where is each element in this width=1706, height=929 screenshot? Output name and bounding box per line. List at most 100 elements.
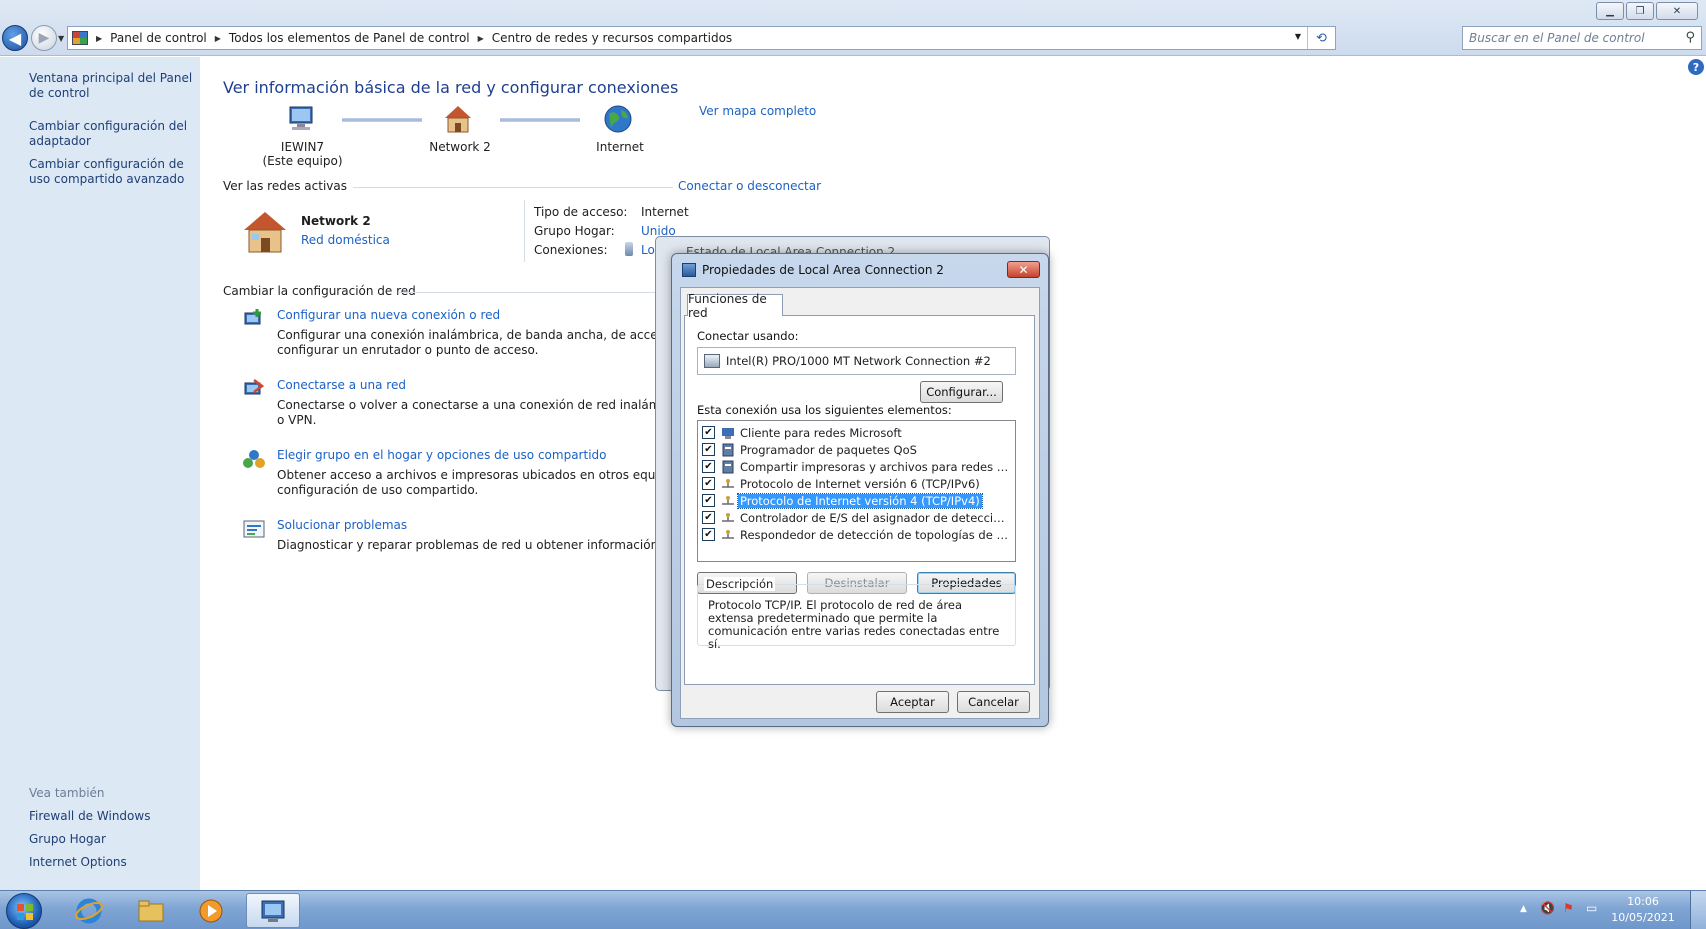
back-button[interactable]: ◀ (2, 25, 28, 51)
forward-button[interactable]: ▶ (31, 25, 57, 51)
protocol-icon (721, 494, 735, 508)
item-checkbox[interactable]: ✔ (702, 511, 715, 524)
list-item-selected[interactable]: ✔ Protocolo de Internet versión 4 (TCP/I… (702, 492, 1012, 509)
network-type-link[interactable]: Red doméstica (301, 233, 390, 247)
item-label: Protocolo de Internet versión 4 (TCP/IPv… (737, 492, 983, 509)
divider (353, 187, 673, 188)
item-checkbox[interactable]: ✔ (702, 477, 715, 490)
taskbar-control-panel[interactable] (246, 893, 300, 928)
item-checkbox[interactable]: ✔ (702, 460, 715, 473)
connect-network-icon (242, 377, 266, 401)
cancel-button[interactable]: Cancelar (957, 691, 1030, 713)
restore-button[interactable]: ❐ (1626, 2, 1654, 20)
media-player-icon (199, 899, 223, 922)
volume-muted-icon[interactable]: 🔇 (1540, 901, 1555, 915)
task-homegroup-sharing[interactable]: Elegir grupo en el hogar y opciones de u… (277, 448, 607, 462)
item-checkbox[interactable]: ✔ (702, 426, 715, 439)
node-network[interactable]: Network 2 (415, 140, 505, 154)
divider (398, 292, 658, 293)
taskbar-media-player[interactable] (184, 893, 238, 928)
dialog-close-button[interactable]: ✕ (1007, 261, 1040, 278)
start-button[interactable] (6, 893, 42, 929)
node-internet[interactable]: Internet (580, 140, 660, 154)
item-label: Compartir impresoras y archivos para red… (740, 459, 1012, 474)
properties-dialog[interactable]: Propiedades de Local Area Connection 2 ✕… (671, 253, 1049, 727)
tray-expand-icon[interactable]: ▲ (1520, 904, 1527, 914)
ethernet-icon (625, 242, 633, 256)
list-item[interactable]: ✔ Programador de paquetes QoS (702, 441, 1012, 458)
task-new-connection[interactable]: Configurar una nueva conexión o red (277, 308, 500, 322)
see-also-homegroup[interactable]: Grupo Hogar (29, 832, 106, 846)
breadcrumb-separator[interactable]: ▶ (215, 34, 221, 43)
list-item[interactable]: ✔ Respondedor de detección de topologías… (702, 526, 1012, 543)
internet-globe-icon (603, 104, 633, 134)
item-checkbox[interactable]: ✔ (702, 528, 715, 541)
breadcrumb-all-items[interactable]: Todos los elementos de Panel de control (229, 31, 470, 45)
list-item[interactable]: ✔ Cliente para redes Microsoft (702, 424, 1012, 441)
close-icon: ✕ (1672, 5, 1682, 17)
protocol-icon (721, 511, 735, 525)
task-desc-line: configurar un enrutador o punto de acces… (277, 343, 539, 357)
network-adapter-icon (682, 263, 696, 277)
service-icon (721, 443, 735, 457)
sidebar: Ventana principal del Panel de control C… (0, 57, 200, 890)
view-full-map-link[interactable]: Ver mapa completo (699, 104, 816, 118)
item-checkbox[interactable]: ✔ (702, 443, 715, 456)
task-troubleshoot[interactable]: Solucionar problemas (277, 518, 407, 532)
refresh-button[interactable]: ⟲ (1307, 27, 1335, 49)
list-item[interactable]: ✔ Compartir impresoras y archivos para r… (702, 458, 1012, 475)
show-desktop-button[interactable] (1690, 891, 1706, 929)
service-icon (721, 460, 735, 474)
taskbar-internet-explorer[interactable] (62, 893, 116, 928)
see-also-firewall[interactable]: Firewall de Windows (29, 809, 150, 823)
active-network-name: Network 2 (301, 214, 371, 228)
items-list[interactable]: ✔ Cliente para redes Microsoft ✔ Program… (697, 420, 1016, 562)
sidebar-link-advanced-sharing[interactable]: Cambiar configuración de uso compartido … (29, 157, 197, 187)
node-label: IEWIN7 (280, 140, 325, 154)
taskbar-explorer[interactable] (124, 893, 178, 928)
refresh-icon: ⟲ (1316, 30, 1327, 46)
adapter-name: Intel(R) PRO/1000 MT Network Connection … (726, 354, 991, 368)
tab-networking[interactable]: Funciones de red (687, 292, 783, 320)
search-input[interactable]: Buscar en el Panel de control ⚲ (1462, 26, 1702, 50)
search-icon[interactable]: ⚲ (1685, 30, 1695, 45)
item-label: Cliente para redes Microsoft (740, 425, 902, 440)
network-tray-icon[interactable]: ▭ (1586, 901, 1597, 915)
task-desc-line: Obtener acceso a archivos e impresoras u… (277, 468, 714, 482)
description-legend: Descripción (704, 577, 776, 591)
ok-button[interactable]: Aceptar (876, 691, 949, 713)
dialog-body: Funciones de red Conectar usando: Intel(… (680, 287, 1040, 719)
list-item[interactable]: ✔ Controlador de E/S del asignador de de… (702, 509, 1012, 526)
connection-link[interactable]: Lo (641, 243, 655, 257)
back-arrow-icon: ◀ (8, 28, 22, 48)
connection-line (342, 118, 422, 122)
forward-arrow-icon: ▶ (38, 30, 50, 46)
connect-disconnect-link[interactable]: Conectar o desconectar (678, 179, 821, 193)
clock-time: 10:06 (1627, 895, 1659, 908)
configure-button[interactable]: Configurar... (920, 381, 1003, 403)
see-also-internet-options[interactable]: Internet Options (29, 855, 127, 869)
node-sublabel: (Este equipo) (262, 154, 343, 168)
address-dropdown-icon[interactable]: ▼ (1295, 32, 1301, 41)
network-client-icon (721, 426, 735, 440)
task-connect-network[interactable]: Conectarse a una red (277, 378, 406, 392)
system-clock[interactable]: 10:06 10/05/2021 (1608, 894, 1678, 926)
action-center-icon[interactable]: ⚑ (1563, 901, 1574, 915)
breadcrumb-control-panel[interactable]: Panel de control (110, 31, 207, 45)
new-connection-icon (242, 307, 266, 331)
description-text: Protocolo TCP/IP. El protocolo de red de… (708, 598, 1000, 651)
node-this-computer[interactable]: IEWIN7 (Este equipo) (255, 140, 350, 168)
breadcrumb-separator[interactable]: ▶ (96, 34, 102, 43)
breadcrumb-network-center[interactable]: Centro de redes y recursos compartidos (492, 31, 732, 45)
address-bar[interactable]: ▶ Panel de control ▶ Todos los elementos… (67, 26, 1336, 50)
breadcrumb-separator[interactable]: ▶ (478, 34, 484, 43)
item-checkbox[interactable]: ✔ (702, 494, 715, 507)
list-item[interactable]: ✔ Protocolo de Internet versión 6 (TCP/I… (702, 475, 1012, 492)
sidebar-link-main-panel[interactable]: Ventana principal del Panel de control (29, 71, 197, 101)
recent-pages-dropdown[interactable]: ▼ (58, 34, 64, 43)
close-icon: ✕ (1018, 262, 1029, 277)
help-icon[interactable]: ? (1688, 59, 1704, 75)
sidebar-link-adapter-settings[interactable]: Cambiar configuración del adaptador (29, 119, 197, 149)
close-window-button[interactable]: ✕ (1656, 2, 1698, 20)
minimize-button[interactable]: ▁ (1596, 2, 1624, 20)
